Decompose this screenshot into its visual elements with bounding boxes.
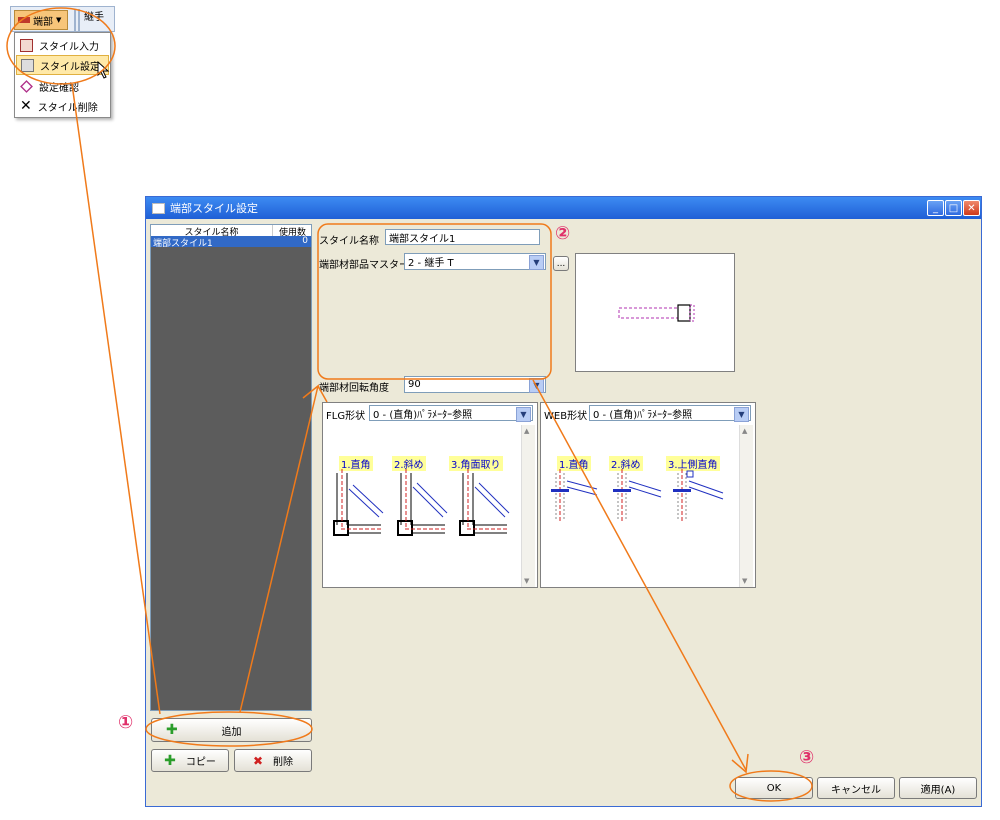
annotation-arrow-2-head [317, 385, 328, 403]
step-number-2: ② [555, 223, 571, 244]
annotation-arrow-1 [71, 83, 161, 715]
step-number-3: ③ [799, 747, 815, 768]
annotation-overlay [6, 7, 813, 802]
annotation-arrow-3 [532, 379, 747, 771]
step-number-1: ① [118, 712, 134, 733]
annotation-box-form [317, 223, 552, 380]
annotation-ellipse-add [145, 711, 313, 747]
annotation-arrow-3-head [731, 753, 749, 774]
annotation-ellipse-menu [6, 7, 116, 85]
annotation-ellipse-ok [729, 770, 813, 802]
annotation-arrow-2 [239, 384, 320, 713]
